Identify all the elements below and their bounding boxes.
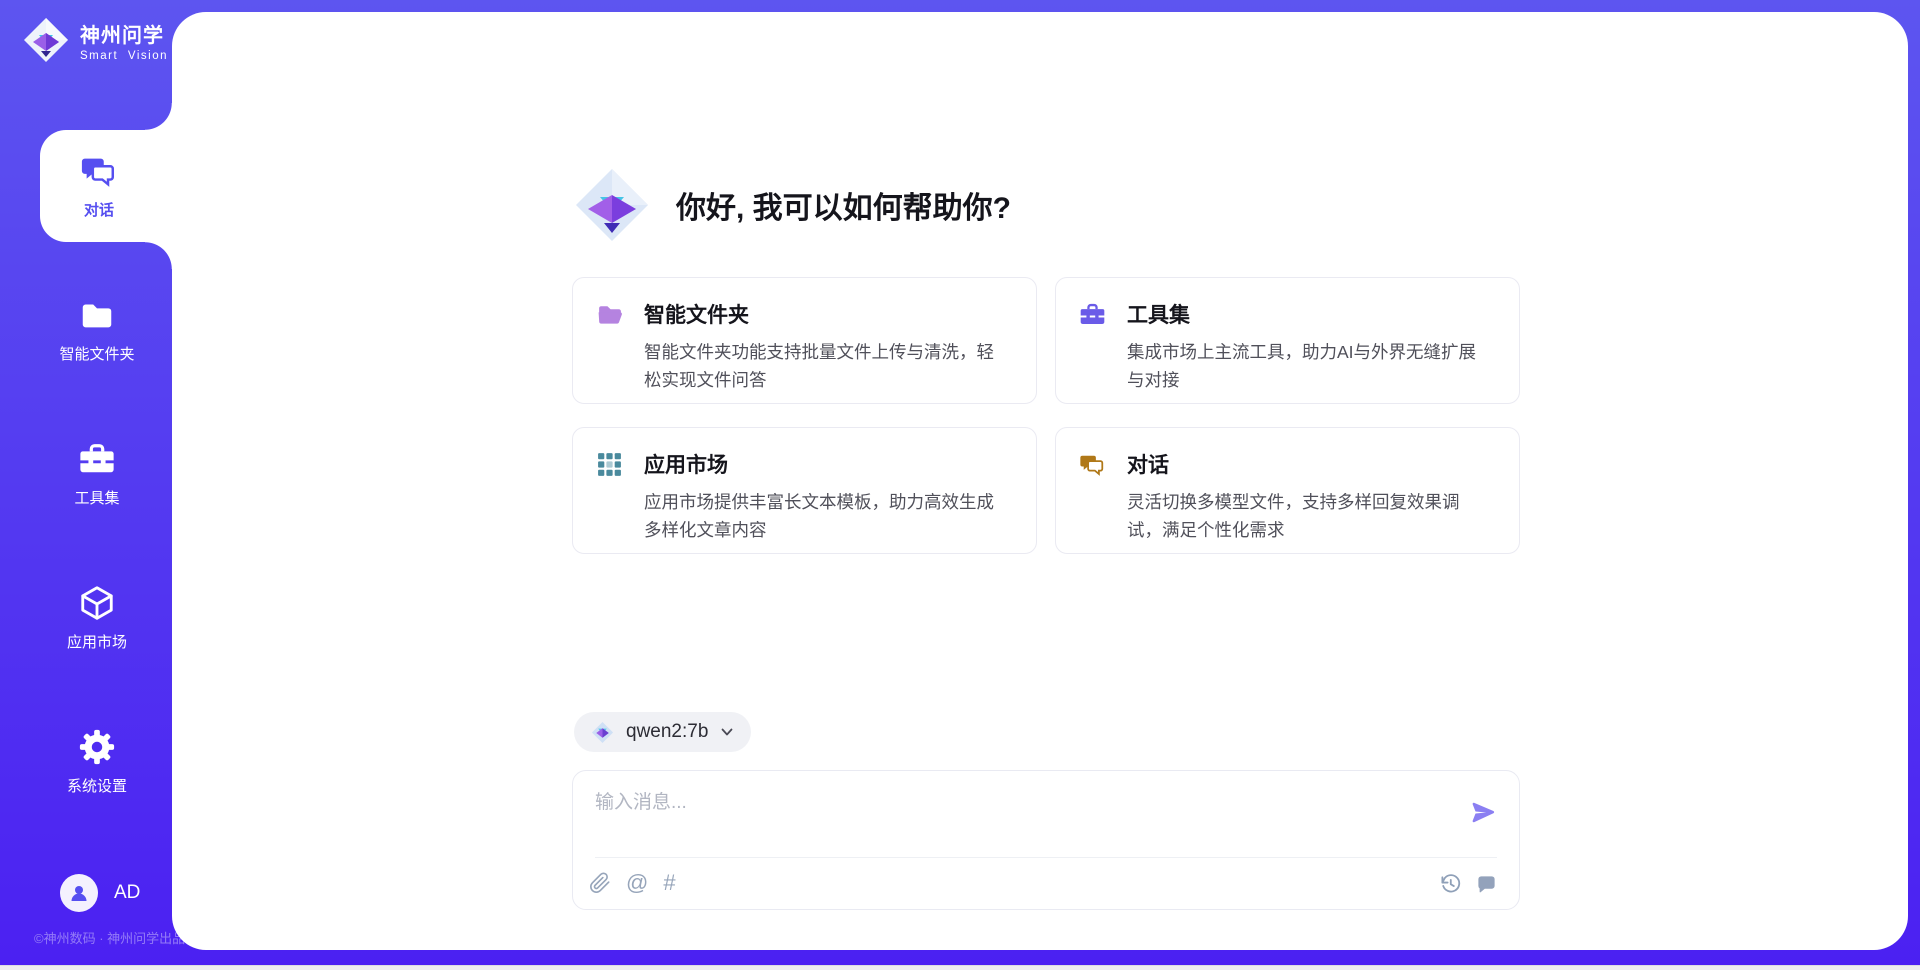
sidebar-item-label: 工具集 xyxy=(74,487,119,508)
card-app-market[interactable]: 应用市场 应用市场提供丰富长文本模板，助力高效生成多样化文章内容 xyxy=(572,427,1037,554)
message-composer: @ # xyxy=(572,770,1520,910)
sidebar-nav: 对话 智能文件夹 工具集 应用市场 xyxy=(0,130,172,850)
card-description: 应用市场提供丰富长文本模板，助力高效生成多样化文章内容 xyxy=(644,488,1010,544)
card-title: 工具集 xyxy=(1127,299,1190,329)
chevron-down-icon xyxy=(720,725,734,739)
sidebar-item-label: 对话 xyxy=(84,199,114,220)
cube-icon xyxy=(78,584,116,622)
composer-tools-right xyxy=(1440,873,1497,894)
card-title: 应用市场 xyxy=(644,449,728,479)
sidebar-item-app-market[interactable]: 应用市场 xyxy=(0,562,172,674)
welcome-block: 你好, 我可以如何帮助你? xyxy=(572,165,1011,245)
card-head: 工具集 xyxy=(1079,299,1493,329)
main-content: 你好, 我可以如何帮助你? 智能文件夹 智能文件夹功能支持批量文件上传与清洗，轻… xyxy=(572,12,1520,950)
chat-icon xyxy=(1079,451,1106,478)
user-name: AD xyxy=(114,882,140,904)
sidebar-item-chat[interactable]: 对话 xyxy=(40,130,172,242)
page-bottom-strip xyxy=(0,965,1920,970)
card-description: 智能文件夹功能支持批量文件上传与清洗，轻松实现文件问答 xyxy=(644,338,1010,394)
card-description: 集成市场上主流工具，助力AI与外界无缝扩展与对接 xyxy=(1127,338,1493,394)
gear-icon xyxy=(78,728,116,766)
person-icon xyxy=(68,882,90,904)
composer-toolbar: @ # xyxy=(589,858,1497,908)
sidebar: 神州问学 Smart Vision 对话 智能文件夹 工具集 xyxy=(0,0,172,970)
mention-button[interactable]: @ xyxy=(626,872,648,894)
card-toolset[interactable]: 工具集 集成市场上主流工具，助力AI与外界无缝扩展与对接 xyxy=(1055,277,1520,404)
card-chat[interactable]: 对话 灵活切换多模型文件，支持多样回复效果调试，满足个性化需求 xyxy=(1055,427,1520,554)
chat-bubble-button[interactable] xyxy=(1476,873,1497,894)
user-row[interactable]: AD xyxy=(60,874,140,912)
grid-icon xyxy=(596,451,623,478)
feature-cards: 智能文件夹 智能文件夹功能支持批量文件上传与清洗，轻松实现文件问答 工具集 集成… xyxy=(572,277,1520,554)
send-button[interactable] xyxy=(1470,799,1497,826)
sidebar-item-smart-folder[interactable]: 智能文件夹 xyxy=(0,274,172,386)
paperclip-icon xyxy=(589,872,611,894)
at-icon: @ xyxy=(626,872,648,894)
brand-name: 神州问学 xyxy=(80,19,168,48)
card-title: 智能文件夹 xyxy=(644,299,749,329)
brand-logo-icon xyxy=(22,16,70,64)
folder-icon xyxy=(78,296,116,334)
folder-open-icon xyxy=(596,301,623,328)
main-panel: 你好, 我可以如何帮助你? 智能文件夹 智能文件夹功能支持批量文件上传与清洗，轻… xyxy=(172,12,1908,950)
copyright: ©神州数码 · 神州问学出品 xyxy=(34,928,190,947)
message-input[interactable] xyxy=(595,787,1455,847)
app-logo-icon xyxy=(572,165,652,245)
card-description: 灵活切换多模型文件，支持多样回复效果调试，满足个性化需求 xyxy=(1127,488,1493,544)
history-icon xyxy=(1440,873,1461,894)
brand-subtitle: Smart Vision xyxy=(80,50,168,62)
sidebar-item-label: 应用市场 xyxy=(67,631,127,652)
card-smart-folder[interactable]: 智能文件夹 智能文件夹功能支持批量文件上传与清洗，轻松实现文件问答 xyxy=(572,277,1037,404)
attach-button[interactable] xyxy=(589,872,611,894)
toolbox-icon xyxy=(78,440,116,478)
chat-bubble-icon xyxy=(1476,873,1497,894)
composer-tools-left: @ # xyxy=(589,872,676,894)
toolbox-icon xyxy=(1079,301,1106,328)
sidebar-item-settings[interactable]: 系统设置 xyxy=(0,706,172,818)
brand: 神州问学 Smart Vision xyxy=(22,16,168,64)
model-selector[interactable]: qwen2:7b xyxy=(574,712,751,752)
card-head: 对话 xyxy=(1079,449,1493,479)
history-button[interactable] xyxy=(1440,873,1461,894)
topic-button[interactable]: # xyxy=(663,872,675,894)
card-head: 应用市场 xyxy=(596,449,1010,479)
sidebar-item-label: 系统设置 xyxy=(67,775,127,796)
send-icon xyxy=(1470,799,1497,826)
avatar xyxy=(60,874,98,912)
model-name: qwen2:7b xyxy=(626,721,708,743)
page-title: 你好, 我可以如何帮助你? xyxy=(676,183,1011,227)
card-head: 智能文件夹 xyxy=(596,299,1010,329)
card-title: 对话 xyxy=(1127,449,1169,479)
sidebar-item-toolset[interactable]: 工具集 xyxy=(0,418,172,530)
chat-icon xyxy=(80,152,118,190)
brand-text: 神州问学 Smart Vision xyxy=(80,19,168,62)
sidebar-item-label: 智能文件夹 xyxy=(59,343,134,364)
model-logo-icon xyxy=(591,721,614,744)
hash-icon: # xyxy=(663,872,675,894)
